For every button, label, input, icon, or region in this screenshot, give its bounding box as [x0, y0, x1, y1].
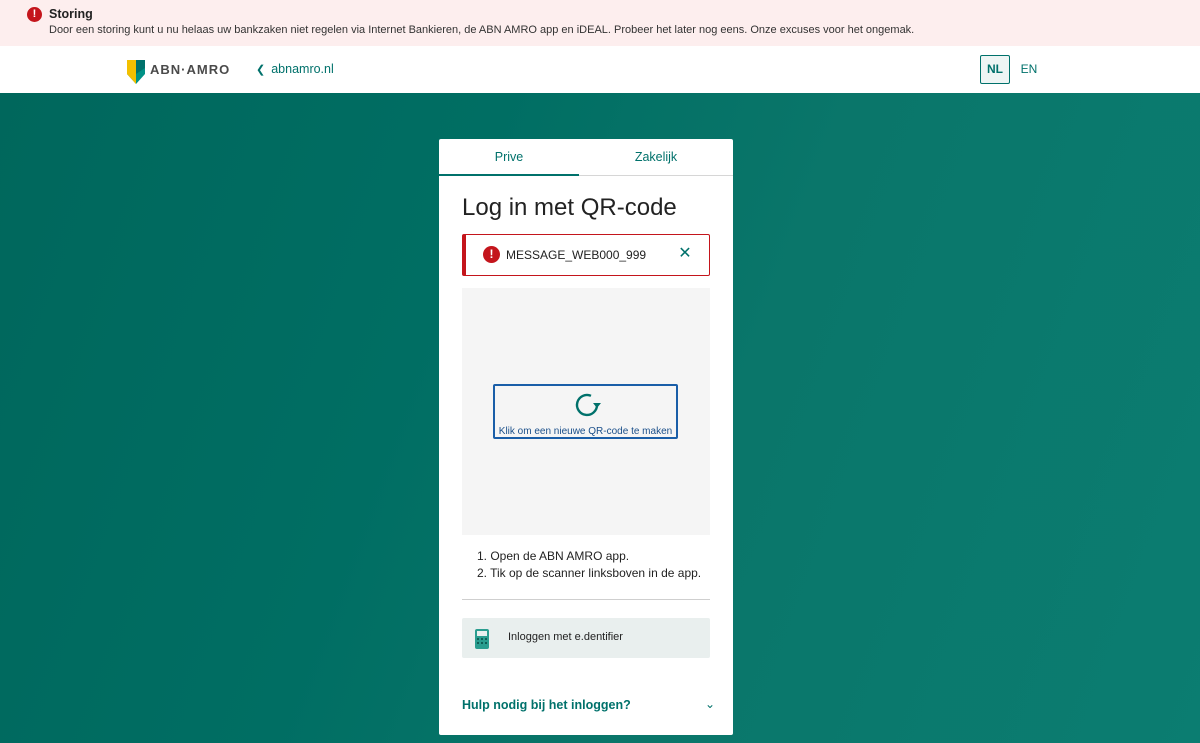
chevron-down-icon: ⌄	[705, 697, 716, 711]
login-card: Prive Zakelijk Log in met QR-code ! MESS…	[439, 139, 733, 735]
qr-code-area: Klik om een nieuwe QR-code te maken	[462, 288, 710, 535]
edentifier-label: Inloggen met e.dentifier	[508, 631, 623, 643]
tab-prive[interactable]: Prive	[439, 139, 579, 176]
help-label: Hulp nodig bij het inloggen?	[462, 698, 631, 712]
back-to-abnamro-link[interactable]: ❮ abnamro.nl	[256, 62, 334, 76]
page-title: Log in met QR-code	[462, 194, 677, 221]
language-en-button[interactable]: EN	[1016, 55, 1042, 84]
shield-logo-icon	[127, 60, 145, 84]
list-item: 1. Open de ABN AMRO app.	[477, 549, 630, 563]
exclamation-circle-icon: !	[27, 7, 42, 22]
back-link-label: abnamro.nl	[271, 62, 334, 76]
instructions-list: 1. Open de ABN AMRO app. 2. Tik op de sc…	[477, 548, 701, 582]
top-header: ABN·AMRO ❮ abnamro.nl NL EN	[0, 46, 1200, 93]
card-reader-icon	[475, 629, 489, 649]
abn-amro-logo[interactable]: ABN·AMRO	[127, 60, 231, 84]
help-accordion[interactable]: Hulp nodig bij het inloggen? ⌄	[462, 697, 720, 715]
error-message-box: ! MESSAGE_WEB000_999 ✕	[462, 234, 710, 276]
login-tabs: Prive Zakelijk	[439, 139, 733, 176]
divider	[462, 599, 710, 600]
refresh-icon	[575, 393, 601, 417]
chevron-left-icon: ❮	[256, 64, 266, 76]
error-message-text: MESSAGE_WEB000_999	[506, 248, 647, 262]
outage-title: Storing	[49, 7, 93, 21]
list-item: 2. Tik op de scanner linksboven in de ap…	[477, 566, 702, 580]
tab-zakelijk[interactable]: Zakelijk	[586, 139, 726, 176]
close-icon[interactable]: ✕	[676, 245, 694, 263]
logo-wordmark: ABN·AMRO	[150, 62, 231, 77]
refresh-qr-button[interactable]: Klik om een nieuwe QR-code te maken	[493, 384, 678, 439]
outage-message: Door een storing kunt u nu helaas uw ban…	[49, 24, 915, 36]
exclamation-circle-icon: !	[483, 246, 500, 263]
edentifier-login-button[interactable]: Inloggen met e.dentifier	[462, 618, 710, 658]
language-nl-button[interactable]: NL	[980, 55, 1010, 84]
outage-banner: ! Storing Door een storing kunt u nu hel…	[0, 0, 1200, 46]
refresh-qr-label: Klik om een nieuwe QR-code te maken	[498, 426, 673, 437]
